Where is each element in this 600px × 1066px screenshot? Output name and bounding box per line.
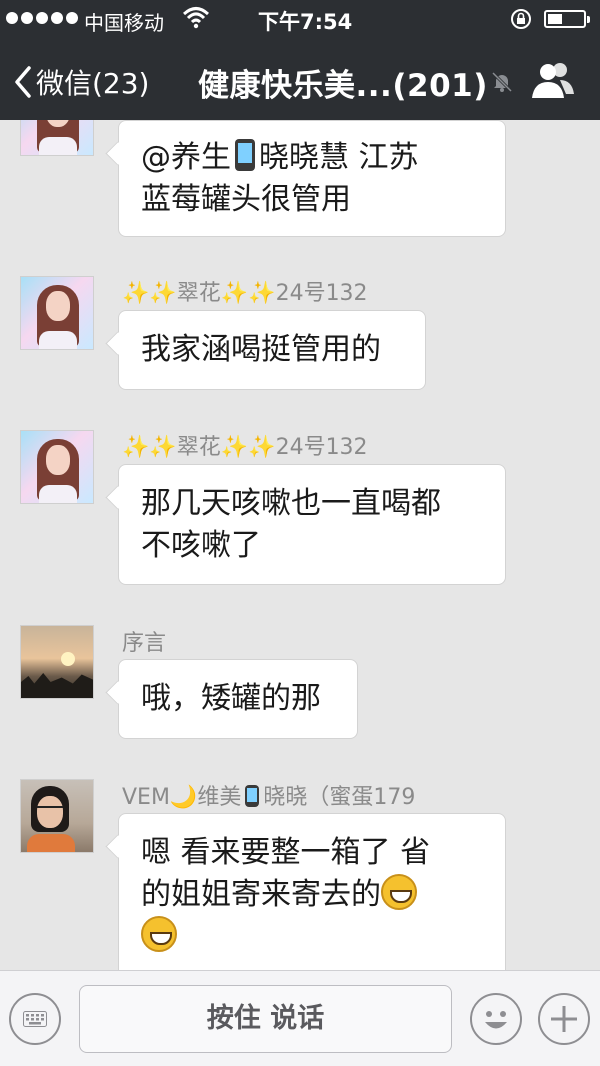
battery-icon <box>544 10 590 28</box>
status-bar: 中国移动 下午7:54 <box>0 0 600 40</box>
chevron-left-icon <box>15 66 31 98</box>
keyboard-icon <box>23 1011 47 1027</box>
sender-name-part: 晓晓（蜜蛋179 <box>263 785 416 810</box>
emoji-button[interactable] <box>470 993 522 1045</box>
grin-emoji-icon <box>381 874 417 910</box>
input-bar: 按住 说话 <box>0 970 600 1066</box>
back-label: 微信(23) <box>36 67 150 100</box>
avatar[interactable] <box>20 430 94 504</box>
emoji-icon <box>485 1011 507 1029</box>
message-bubble[interactable]: 嗯 看来要整一箱了 省 的姐姐寄来寄去的 <box>118 813 506 970</box>
mute-bell-icon <box>491 71 513 93</box>
rotation-lock-icon <box>511 9 531 29</box>
phone-emoji-icon <box>245 785 260 807</box>
top-bar: 中国移动 下午7:54 微信(23) 健康快乐美...(201) <box>0 0 600 120</box>
message-bubble[interactable]: 哦，矮罐的那 <box>118 659 358 739</box>
clock: 下午7:54 <box>258 10 353 34</box>
group-members-icon[interactable] <box>530 60 576 100</box>
message-text: 那几天咳嗽也一直喝都 <box>141 486 441 521</box>
avatar[interactable] <box>20 276 94 350</box>
message-text: @养生 <box>141 140 231 175</box>
sender-name-part: VEM🌙维美 <box>122 785 242 810</box>
chat-area[interactable]: @养生 晓晓慧 江苏 蓝莓罐头很管用 ✨✨翠花✨✨24号132 我家涵喝挺管用的 … <box>0 120 600 970</box>
sender-name: 序言 <box>122 631 167 656</box>
message-text: 哦，矮罐的那 <box>141 681 321 716</box>
avatar[interactable] <box>20 779 94 853</box>
sender-name: ✨✨翠花✨✨24号132 <box>122 435 368 460</box>
back-button[interactable]: 微信(23) <box>14 62 149 102</box>
chat-title: 健康快乐美...(201) <box>198 68 488 104</box>
message-bubble[interactable]: @养生 晓晓慧 江苏 蓝莓罐头很管用 <box>118 120 506 237</box>
signal-dots-icon <box>6 12 78 24</box>
wifi-icon <box>183 7 209 29</box>
plus-icon <box>551 1006 577 1032</box>
message-bubble[interactable]: 那几天咳嗽也一直喝都 不咳嗽了 <box>118 464 506 585</box>
more-button[interactable] <box>538 993 590 1045</box>
avatar[interactable] <box>20 120 94 156</box>
nav-bar: 微信(23) 健康快乐美...(201) <box>0 40 600 120</box>
message-text: 蓝莓罐头很管用 <box>141 182 351 217</box>
sender-name: ✨✨翠花✨✨24号132 <box>122 281 368 306</box>
sender-name: VEM🌙维美 晓晓（蜜蛋179 <box>122 779 415 811</box>
carrier-label: 中国移动 <box>84 11 164 35</box>
message-text: 的姐姐寄来寄去的 <box>141 877 381 912</box>
phone-emoji-icon <box>235 139 255 171</box>
message-text: 嗯 看来要整一箱了 省 <box>141 835 431 870</box>
message-bubble[interactable]: 我家涵喝挺管用的 <box>118 310 426 390</box>
message-text: 不咳嗽了 <box>141 528 261 563</box>
message-text: 晓晓慧 江苏 <box>259 140 419 175</box>
message-text: 我家涵喝挺管用的 <box>141 332 381 367</box>
keyboard-toggle-button[interactable] <box>9 993 61 1045</box>
grin-emoji-icon <box>141 916 177 952</box>
avatar[interactable] <box>20 625 94 699</box>
hold-to-talk-button[interactable]: 按住 说话 <box>79 985 452 1053</box>
